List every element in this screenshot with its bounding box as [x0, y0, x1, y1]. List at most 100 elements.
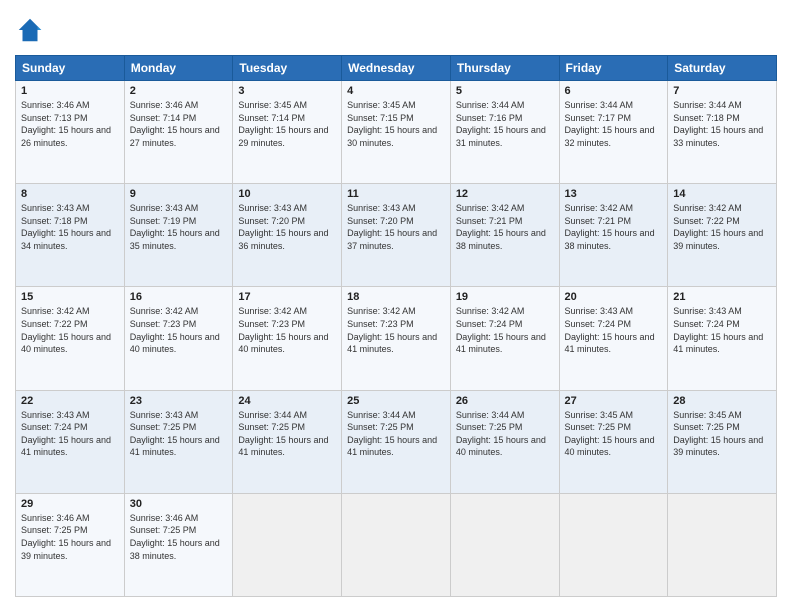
day-info: Sunrise: 3:45 AM Sunset: 7:25 PM Dayligh…	[565, 409, 663, 459]
week-row-2: 8 Sunrise: 3:43 AM Sunset: 7:18 PM Dayli…	[16, 184, 777, 287]
day-number: 25	[347, 395, 445, 407]
calendar-cell: 7 Sunrise: 3:44 AM Sunset: 7:18 PM Dayli…	[668, 81, 777, 184]
day-info: Sunrise: 3:43 AM Sunset: 7:24 PM Dayligh…	[21, 409, 119, 459]
day-info: Sunrise: 3:43 AM Sunset: 7:19 PM Dayligh…	[130, 202, 228, 252]
day-info: Sunrise: 3:46 AM Sunset: 7:14 PM Dayligh…	[130, 99, 228, 149]
week-row-1: 1 Sunrise: 3:46 AM Sunset: 7:13 PM Dayli…	[16, 81, 777, 184]
day-info: Sunrise: 3:44 AM Sunset: 7:25 PM Dayligh…	[238, 409, 336, 459]
calendar-cell: 11 Sunrise: 3:43 AM Sunset: 7:20 PM Dayl…	[342, 184, 451, 287]
day-info: Sunrise: 3:44 AM Sunset: 7:18 PM Dayligh…	[673, 99, 771, 149]
calendar-cell	[668, 493, 777, 596]
week-row-5: 29 Sunrise: 3:46 AM Sunset: 7:25 PM Dayl…	[16, 493, 777, 596]
calendar-cell: 12 Sunrise: 3:42 AM Sunset: 7:21 PM Dayl…	[450, 184, 559, 287]
day-info: Sunrise: 3:44 AM Sunset: 7:25 PM Dayligh…	[456, 409, 554, 459]
day-number: 1	[21, 85, 119, 97]
calendar-table: SundayMondayTuesdayWednesdayThursdayFrid…	[15, 55, 777, 597]
calendar-cell: 27 Sunrise: 3:45 AM Sunset: 7:25 PM Dayl…	[559, 390, 668, 493]
day-info: Sunrise: 3:45 AM Sunset: 7:14 PM Dayligh…	[238, 99, 336, 149]
day-info: Sunrise: 3:44 AM Sunset: 7:25 PM Dayligh…	[347, 409, 445, 459]
calendar-cell: 9 Sunrise: 3:43 AM Sunset: 7:19 PM Dayli…	[124, 184, 233, 287]
day-info: Sunrise: 3:42 AM Sunset: 7:23 PM Dayligh…	[238, 305, 336, 355]
weekday-saturday: Saturday	[668, 56, 777, 81]
calendar-cell: 30 Sunrise: 3:46 AM Sunset: 7:25 PM Dayl…	[124, 493, 233, 596]
logo	[15, 15, 49, 45]
day-info: Sunrise: 3:46 AM Sunset: 7:13 PM Dayligh…	[21, 99, 119, 149]
day-number: 2	[130, 85, 228, 97]
day-number: 24	[238, 395, 336, 407]
day-number: 23	[130, 395, 228, 407]
calendar-cell	[233, 493, 342, 596]
calendar-cell: 19 Sunrise: 3:42 AM Sunset: 7:24 PM Dayl…	[450, 287, 559, 390]
calendar-cell: 29 Sunrise: 3:46 AM Sunset: 7:25 PM Dayl…	[16, 493, 125, 596]
day-info: Sunrise: 3:45 AM Sunset: 7:15 PM Dayligh…	[347, 99, 445, 149]
calendar-cell: 16 Sunrise: 3:42 AM Sunset: 7:23 PM Dayl…	[124, 287, 233, 390]
day-number: 4	[347, 85, 445, 97]
calendar-cell: 10 Sunrise: 3:43 AM Sunset: 7:20 PM Dayl…	[233, 184, 342, 287]
calendar-cell: 2 Sunrise: 3:46 AM Sunset: 7:14 PM Dayli…	[124, 81, 233, 184]
week-row-3: 15 Sunrise: 3:42 AM Sunset: 7:22 PM Dayl…	[16, 287, 777, 390]
day-number: 6	[565, 85, 663, 97]
day-info: Sunrise: 3:42 AM Sunset: 7:22 PM Dayligh…	[673, 202, 771, 252]
day-info: Sunrise: 3:45 AM Sunset: 7:25 PM Dayligh…	[673, 409, 771, 459]
day-number: 30	[130, 498, 228, 510]
calendar-cell	[342, 493, 451, 596]
day-number: 19	[456, 291, 554, 303]
day-number: 26	[456, 395, 554, 407]
calendar-cell: 8 Sunrise: 3:43 AM Sunset: 7:18 PM Dayli…	[16, 184, 125, 287]
calendar-cell: 25 Sunrise: 3:44 AM Sunset: 7:25 PM Dayl…	[342, 390, 451, 493]
day-number: 11	[347, 188, 445, 200]
day-info: Sunrise: 3:46 AM Sunset: 7:25 PM Dayligh…	[21, 512, 119, 562]
day-info: Sunrise: 3:46 AM Sunset: 7:25 PM Dayligh…	[130, 512, 228, 562]
day-info: Sunrise: 3:43 AM Sunset: 7:24 PM Dayligh…	[565, 305, 663, 355]
day-info: Sunrise: 3:42 AM Sunset: 7:21 PM Dayligh…	[456, 202, 554, 252]
calendar-cell	[450, 493, 559, 596]
day-number: 18	[347, 291, 445, 303]
header	[15, 15, 777, 45]
calendar-body: 1 Sunrise: 3:46 AM Sunset: 7:13 PM Dayli…	[16, 81, 777, 597]
day-number: 3	[238, 85, 336, 97]
day-number: 16	[130, 291, 228, 303]
calendar-cell: 23 Sunrise: 3:43 AM Sunset: 7:25 PM Dayl…	[124, 390, 233, 493]
week-row-4: 22 Sunrise: 3:43 AM Sunset: 7:24 PM Dayl…	[16, 390, 777, 493]
day-info: Sunrise: 3:42 AM Sunset: 7:24 PM Dayligh…	[456, 305, 554, 355]
day-number: 14	[673, 188, 771, 200]
calendar-cell: 5 Sunrise: 3:44 AM Sunset: 7:16 PM Dayli…	[450, 81, 559, 184]
day-info: Sunrise: 3:42 AM Sunset: 7:22 PM Dayligh…	[21, 305, 119, 355]
weekday-thursday: Thursday	[450, 56, 559, 81]
day-number: 8	[21, 188, 119, 200]
calendar-cell: 22 Sunrise: 3:43 AM Sunset: 7:24 PM Dayl…	[16, 390, 125, 493]
logo-icon	[15, 15, 45, 45]
weekday-wednesday: Wednesday	[342, 56, 451, 81]
calendar-cell: 28 Sunrise: 3:45 AM Sunset: 7:25 PM Dayl…	[668, 390, 777, 493]
calendar-cell: 26 Sunrise: 3:44 AM Sunset: 7:25 PM Dayl…	[450, 390, 559, 493]
day-number: 9	[130, 188, 228, 200]
day-number: 5	[456, 85, 554, 97]
day-info: Sunrise: 3:42 AM Sunset: 7:21 PM Dayligh…	[565, 202, 663, 252]
day-number: 13	[565, 188, 663, 200]
day-number: 22	[21, 395, 119, 407]
weekday-monday: Monday	[124, 56, 233, 81]
day-number: 15	[21, 291, 119, 303]
calendar-cell: 17 Sunrise: 3:42 AM Sunset: 7:23 PM Dayl…	[233, 287, 342, 390]
calendar-cell: 6 Sunrise: 3:44 AM Sunset: 7:17 PM Dayli…	[559, 81, 668, 184]
day-info: Sunrise: 3:43 AM Sunset: 7:24 PM Dayligh…	[673, 305, 771, 355]
weekday-header-row: SundayMondayTuesdayWednesdayThursdayFrid…	[16, 56, 777, 81]
day-number: 20	[565, 291, 663, 303]
calendar-cell: 18 Sunrise: 3:42 AM Sunset: 7:23 PM Dayl…	[342, 287, 451, 390]
day-number: 17	[238, 291, 336, 303]
day-number: 7	[673, 85, 771, 97]
day-number: 10	[238, 188, 336, 200]
calendar-cell: 4 Sunrise: 3:45 AM Sunset: 7:15 PM Dayli…	[342, 81, 451, 184]
weekday-tuesday: Tuesday	[233, 56, 342, 81]
day-number: 27	[565, 395, 663, 407]
calendar-cell: 3 Sunrise: 3:45 AM Sunset: 7:14 PM Dayli…	[233, 81, 342, 184]
day-info: Sunrise: 3:43 AM Sunset: 7:18 PM Dayligh…	[21, 202, 119, 252]
calendar-cell: 15 Sunrise: 3:42 AM Sunset: 7:22 PM Dayl…	[16, 287, 125, 390]
weekday-sunday: Sunday	[16, 56, 125, 81]
weekday-friday: Friday	[559, 56, 668, 81]
day-number: 28	[673, 395, 771, 407]
day-number: 29	[21, 498, 119, 510]
day-info: Sunrise: 3:43 AM Sunset: 7:20 PM Dayligh…	[347, 202, 445, 252]
day-info: Sunrise: 3:42 AM Sunset: 7:23 PM Dayligh…	[130, 305, 228, 355]
day-number: 12	[456, 188, 554, 200]
